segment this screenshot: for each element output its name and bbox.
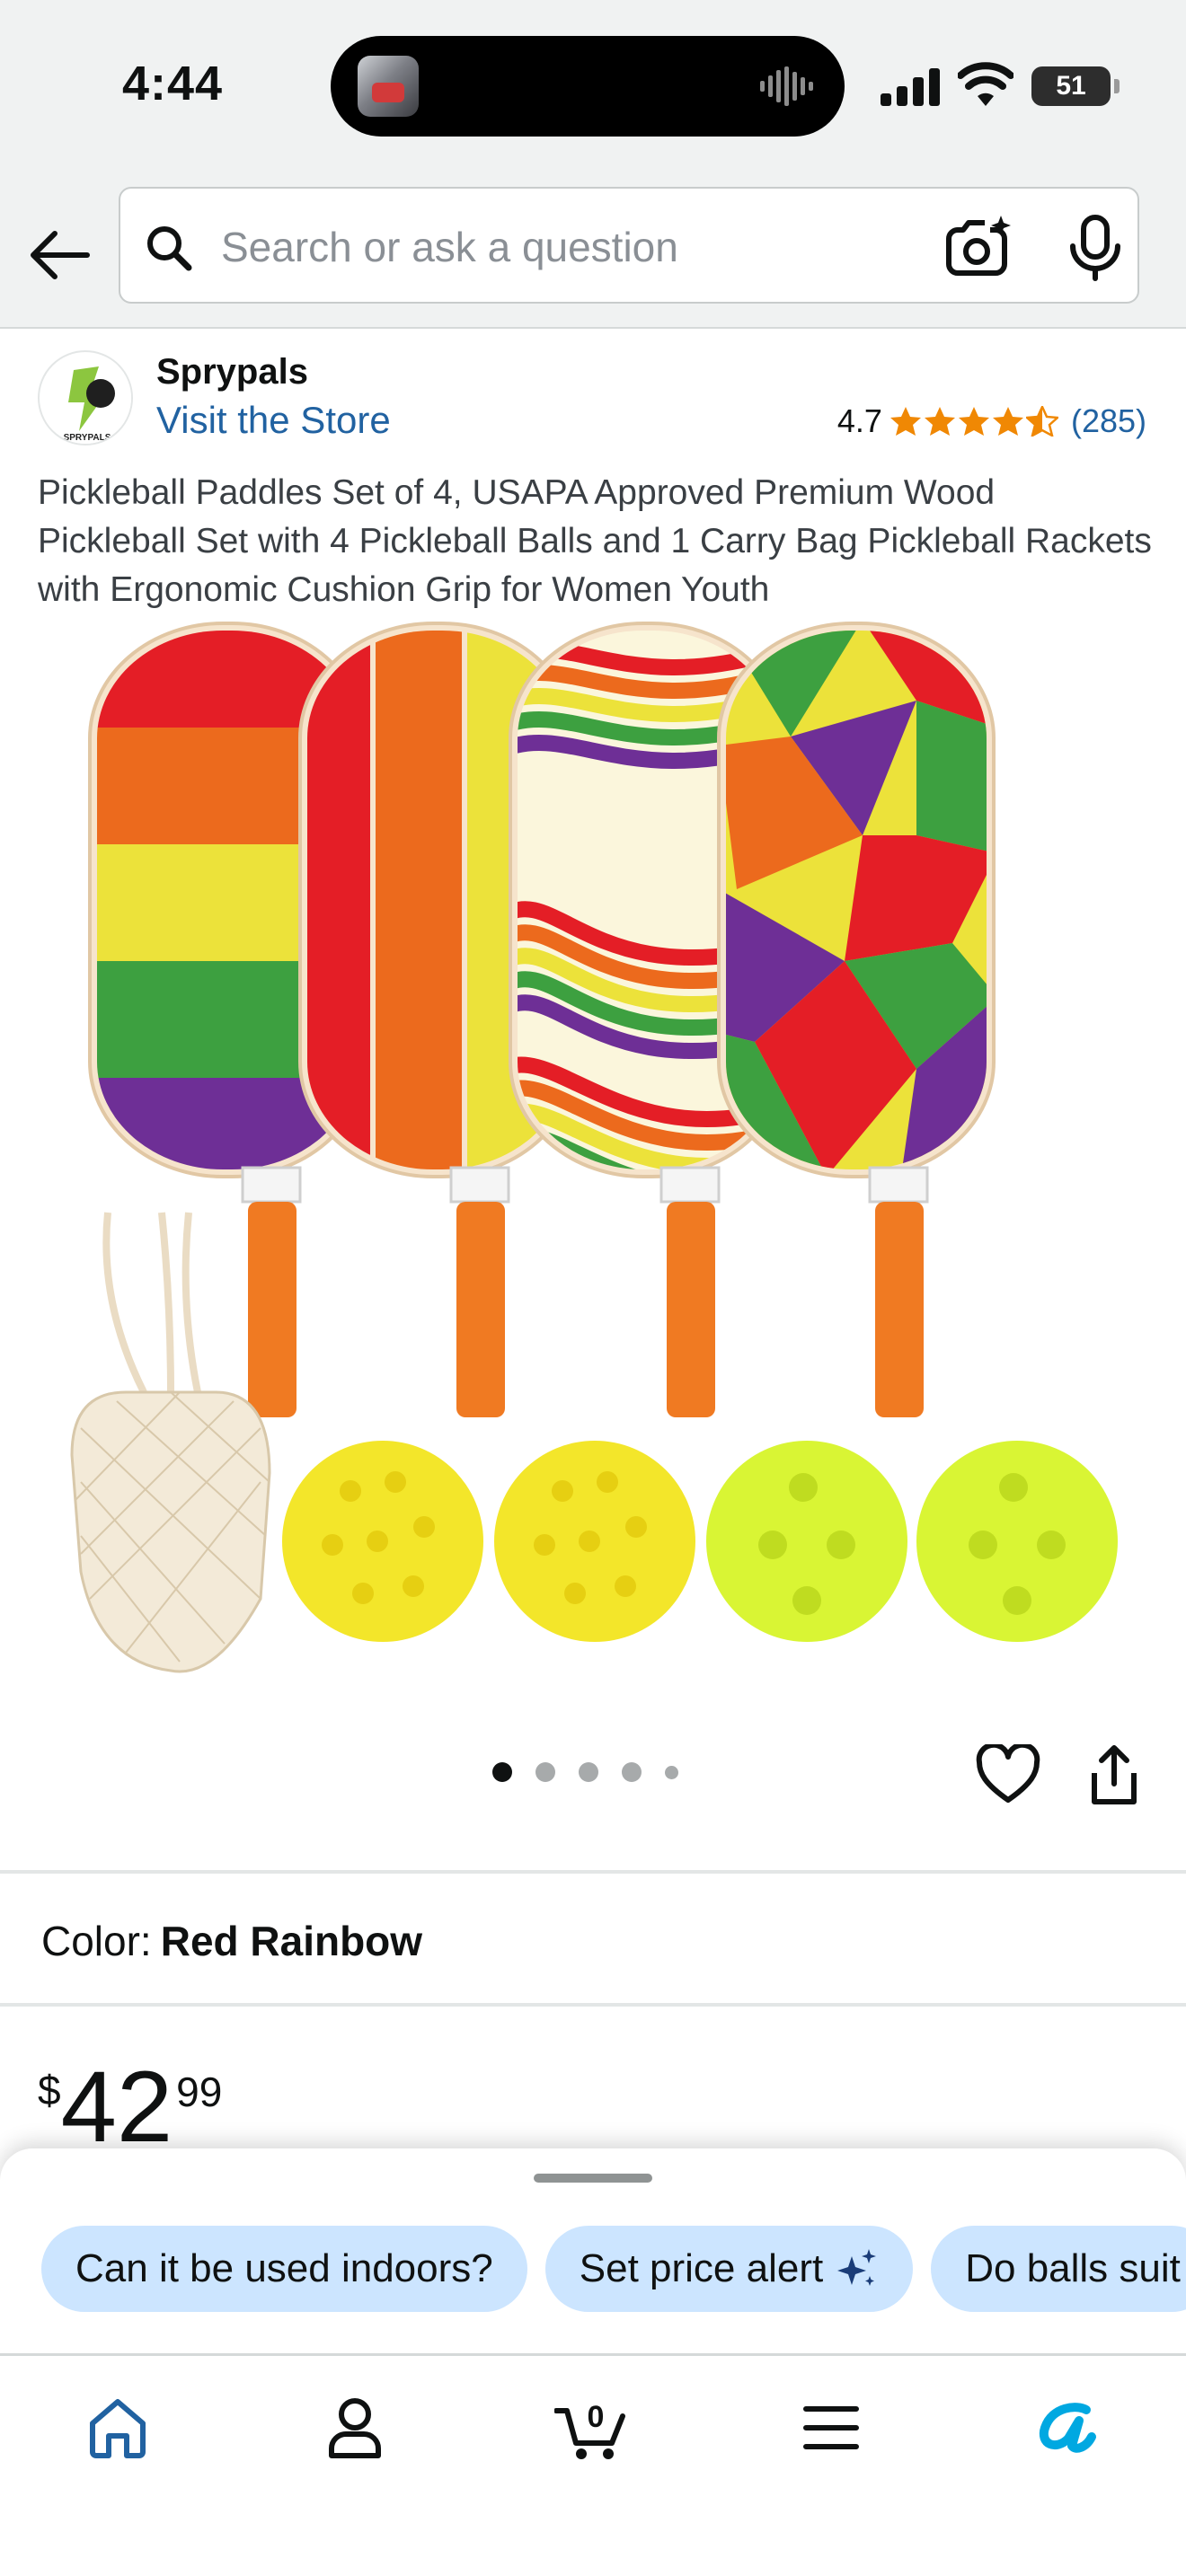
- sheet-grabber[interactable]: [534, 2174, 652, 2183]
- carousel-dot[interactable]: [665, 1765, 678, 1779]
- star-full-icon: [924, 407, 955, 436]
- back-arrow-icon: [31, 231, 90, 279]
- product-title: Pickleball Paddles Set of 4, USAPA Appro…: [38, 473, 1152, 609]
- share-icon[interactable]: [1085, 1742, 1143, 1807]
- nav-home[interactable]: [68, 2378, 167, 2477]
- nav-menu[interactable]: [782, 2378, 881, 2477]
- status-bar: 4:44 51: [0, 0, 1186, 180]
- yellow-pickleball: [282, 1441, 483, 1642]
- price-fraction: 99: [176, 2069, 223, 2115]
- visit-store-link[interactable]: Visit the Store: [156, 399, 391, 442]
- suggestion-chip-balls[interactable]: Do balls suit: [931, 2226, 1186, 2312]
- carousel-dot[interactable]: [579, 1762, 598, 1782]
- heart-icon[interactable]: [976, 1744, 1040, 1805]
- color-selector[interactable]: Color: Red Rainbow: [41, 1917, 422, 1965]
- color-label: Color:: [41, 1918, 152, 1964]
- audio-waveform-icon: [760, 66, 813, 106]
- green-pickleball: [916, 1441, 1118, 1642]
- microphone-icon[interactable]: [1066, 214, 1125, 282]
- search-input[interactable]: [221, 214, 940, 280]
- color-value: Red Rainbow: [160, 1918, 423, 1964]
- account-icon: [329, 2398, 381, 2458]
- dynamic-island[interactable]: [331, 36, 845, 137]
- search-header: [0, 180, 1186, 329]
- chip-label: Do balls suit: [965, 2246, 1181, 2290]
- cellular-signal-icon: [881, 68, 940, 106]
- battery-indicator: 51: [1031, 66, 1120, 106]
- rufus-icon: [1039, 2403, 1096, 2453]
- nav-account[interactable]: [305, 2378, 404, 2477]
- sparkle-icon: [837, 2249, 877, 2286]
- search-icon: [147, 226, 192, 271]
- star-half-icon: [1025, 406, 1058, 437]
- section-divider: [0, 1870, 1186, 1874]
- mesh-carry-bag: [70, 1212, 271, 1673]
- nav-rufus[interactable]: [1017, 2378, 1116, 2477]
- search-bar[interactable]: [119, 187, 1139, 304]
- cart-icon: 0: [554, 2400, 625, 2459]
- status-time: 4:44: [122, 57, 224, 110]
- menu-icon: [803, 2406, 859, 2449]
- bottom-nav: 0: [0, 2360, 1186, 2495]
- rating-value: 4.7: [836, 402, 882, 439]
- store-name: Sprypals: [156, 352, 308, 392]
- star-rating: [890, 406, 1058, 437]
- yellow-pickleball: [494, 1441, 695, 1642]
- carousel-dot[interactable]: [622, 1762, 642, 1782]
- carousel-dot[interactable]: [492, 1762, 512, 1782]
- wifi-icon: [958, 62, 1013, 106]
- star-full-icon: [992, 407, 1023, 436]
- rating-summary[interactable]: 4.7 (285): [837, 402, 1146, 440]
- paddle-geometric: [717, 622, 996, 1417]
- chip-label: Set price alert: [579, 2246, 824, 2290]
- review-count[interactable]: (285): [1071, 402, 1146, 440]
- section-divider: [0, 2003, 1186, 2007]
- price-currency: $: [38, 2067, 61, 2113]
- cart-count: 0: [588, 2400, 605, 2434]
- carousel-dot[interactable]: [535, 1762, 555, 1782]
- home-icon: [90, 2399, 146, 2458]
- now-playing-artwork: [358, 56, 419, 117]
- suggestion-chip-price-alert[interactable]: Set price alert: [544, 2226, 914, 2312]
- price: $ 42 99: [38, 2057, 222, 2157]
- product-image[interactable]: [54, 620, 1132, 1680]
- camera-search-icon[interactable]: [945, 214, 1013, 282]
- store-logo-wordmark: SPRYPALS: [64, 433, 111, 443]
- star-full-icon: [958, 407, 989, 436]
- back-button[interactable]: [23, 219, 95, 291]
- suggestion-chip-indoors[interactable]: Can it be used indoors?: [41, 2226, 527, 2312]
- suggestion-chips: Can it be used indoors? Set price alert …: [41, 2226, 1186, 2312]
- green-pickleball: [706, 1441, 907, 1642]
- price-whole: 42: [60, 2051, 173, 2163]
- store-logo[interactable]: SPRYPALS: [38, 350, 133, 446]
- nav-cart[interactable]: 0: [543, 2378, 642, 2477]
- chip-label: Can it be used indoors?: [75, 2246, 493, 2290]
- image-carousel-dots[interactable]: [492, 1762, 678, 1782]
- nav-divider: [0, 2353, 1186, 2356]
- bottom-sheet: Can it be used indoors? Set price alert …: [0, 2148, 1186, 2576]
- star-full-icon: [890, 407, 921, 436]
